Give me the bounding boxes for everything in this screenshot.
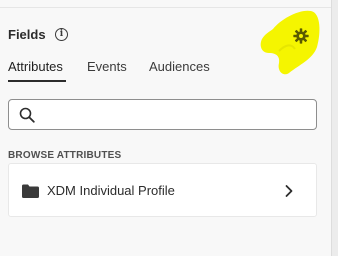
scrollbar-gutter[interactable]: [331, 0, 338, 256]
browse-attributes-label: BROWSE ATTRIBUTES: [8, 150, 122, 161]
search-input[interactable]: [41, 104, 311, 126]
panel-title: Fields: [8, 27, 46, 42]
fields-panel: Fields i Attributes Events Audiences BRO…: [0, 0, 331, 256]
folder-icon: [22, 184, 39, 198]
search-field[interactable]: [8, 99, 317, 130]
chevron-right-icon[interactable]: [284, 184, 294, 198]
list-item-xdm-individual-profile[interactable]: XDM Individual Profile: [8, 163, 317, 217]
yellow-highlight-mark: [260, 10, 320, 75]
active-tab-indicator: [8, 80, 66, 82]
tab-audiences[interactable]: Audiences: [149, 59, 210, 74]
gear-icon[interactable]: [292, 27, 310, 45]
list-item-label: XDM Individual Profile: [47, 183, 175, 198]
tab-attributes[interactable]: Attributes: [8, 59, 63, 74]
info-icon[interactable]: i: [55, 28, 68, 41]
tab-events[interactable]: Events: [87, 59, 127, 74]
search-icon: [19, 107, 35, 123]
